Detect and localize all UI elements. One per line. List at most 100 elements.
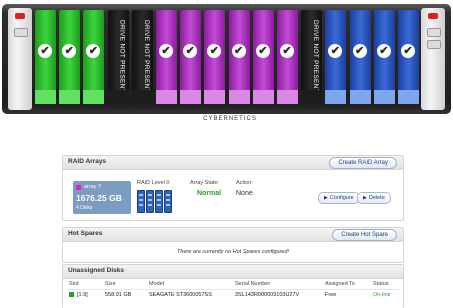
drive-handle <box>131 90 153 104</box>
drive-bay-green[interactable]: ✔ <box>59 10 81 108</box>
action-value: None <box>236 190 253 197</box>
drive-base <box>156 104 177 108</box>
disk-mini-icon <box>137 190 145 213</box>
status-led-icon <box>428 13 438 19</box>
disk-serial: 3SL143R000009103U27V <box>235 292 300 298</box>
checkmark-icon: ✔ <box>159 44 173 58</box>
drive-base <box>83 104 105 108</box>
checkmark-icon: ✔ <box>38 44 52 58</box>
drive-base <box>228 104 250 108</box>
disk-slot[interactable]: [1:9] <box>77 292 88 298</box>
drive-bay-green[interactable]: ✔ <box>35 10 56 108</box>
hot-spares-message: There are currently no Hot Spares config… <box>177 249 289 255</box>
play-icon: ▶ <box>363 195 367 201</box>
row-divider <box>67 289 399 290</box>
unassigned-disks-title: Unassigned Disks <box>68 267 124 274</box>
drive-bay-purple[interactable]: ✔ <box>180 10 202 108</box>
hot-spares-title: Hot Spares <box>68 230 103 237</box>
drive-handle <box>373 90 395 104</box>
checkmark-icon: ✔ <box>401 44 415 58</box>
ear-button <box>427 40 441 49</box>
array-name: array 7 <box>84 184 102 190</box>
column-header-assigned: Assigned To <box>325 281 355 287</box>
hot-spares-panel: Hot Spares Create Hot Spare There are cu… <box>62 227 404 263</box>
action-label: Action: <box>236 180 253 186</box>
play-icon: ▶ <box>324 195 328 201</box>
drive-bay-purple[interactable]: ✔ <box>204 10 226 108</box>
disk-size: 558.91 GB <box>105 292 132 298</box>
empty-drive-bay[interactable]: DRIVE NOT PRESENT <box>301 10 323 108</box>
drive-bay-purple[interactable]: ✔ <box>228 10 250 108</box>
drive-handle <box>325 90 347 104</box>
drive-base <box>277 104 298 108</box>
server-chassis: ✔ ✔ ✔ DRIVE NOT PRESENT DRIVE NOT PRESENT ✔ ✔ ✔… <box>0 0 453 128</box>
array-disk-count: 4 Disks <box>76 205 93 211</box>
create-raid-array-button[interactable]: Create RAID Array <box>329 157 397 169</box>
drive-bay-blue[interactable]: ✔ <box>398 10 419 108</box>
drive-handle <box>107 90 129 104</box>
array-state-value: Normal <box>197 190 222 197</box>
disk-mini-icon <box>146 190 154 213</box>
empty-drive-bay[interactable]: DRIVE NOT PRESENT <box>131 10 153 108</box>
drive-handle <box>204 90 226 104</box>
drive-base <box>35 104 56 108</box>
drive-base <box>59 104 81 108</box>
drive-base <box>373 104 395 108</box>
drive-handle <box>180 90 202 104</box>
slot-color-icon <box>69 292 74 297</box>
drive-bay-blue[interactable]: ✔ <box>325 10 347 108</box>
drive-bay-green[interactable]: ✔ <box>83 10 105 108</box>
column-header-slot: Slot <box>69 281 79 287</box>
column-header-size: Size <box>105 281 116 287</box>
drive-bays: ✔ ✔ ✔ DRIVE NOT PRESENT DRIVE NOT PRESENT ✔ ✔ ✔… <box>35 10 419 108</box>
disk-assigned: Free <box>325 292 337 298</box>
drive-handle <box>83 90 105 104</box>
drive-handle <box>156 90 177 104</box>
drive-bay-purple[interactable]: ✔ <box>277 10 298 108</box>
drive-handle <box>277 90 298 104</box>
drive-handle <box>349 90 371 104</box>
checkmark-icon: ✔ <box>376 44 391 58</box>
drive-bay-purple[interactable]: ✔ <box>156 10 177 108</box>
drive-not-present-label: DRIVE NOT PRESENT <box>118 20 126 93</box>
array-card[interactable]: array 7 1676.25 GB 4 Disks <box>73 181 131 214</box>
drive-base <box>325 104 347 108</box>
column-header-model: Model <box>149 281 164 287</box>
unassigned-disks-header: Unassigned Disks <box>63 265 403 279</box>
drive-bay-blue[interactable]: ✔ <box>373 10 395 108</box>
array-size: 1676.25 GB <box>76 193 122 203</box>
configure-button[interactable]: ▶ Configure <box>318 192 360 204</box>
raid-level-label: RAID Level 0 <box>137 180 170 186</box>
disk-model: SEAGATE ST3600057SS <box>149 292 212 298</box>
configure-label: Configure <box>329 195 354 201</box>
drive-base <box>204 104 226 108</box>
drive-base <box>107 104 129 108</box>
drive-handle <box>252 90 274 104</box>
delete-label: Delete <box>368 195 385 201</box>
delete-button[interactable]: ▶ Delete <box>357 192 391 204</box>
create-hot-spare-button[interactable]: Create Hot Spare <box>332 229 397 241</box>
drive-bay-blue[interactable]: ✔ <box>349 10 371 108</box>
drive-bay-purple[interactable]: ✔ <box>252 10 274 108</box>
drive-handle <box>35 90 56 104</box>
checkmark-icon: ✔ <box>255 44 270 58</box>
power-led-icon <box>15 13 25 19</box>
empty-drive-bay[interactable]: DRIVE NOT PRESENT <box>107 10 129 108</box>
raid-arrays-panel: RAID Arrays Create RAID Array array 7 16… <box>62 155 404 221</box>
drive-base <box>131 104 153 108</box>
ear-button <box>427 28 441 37</box>
drive-handle <box>59 90 81 104</box>
drive-handle <box>228 90 250 104</box>
drive-not-present-label: DRIVE NOT PRESENT <box>142 20 150 93</box>
checkmark-icon: ✔ <box>280 44 294 58</box>
drive-base <box>252 104 274 108</box>
ear-button <box>14 28 28 37</box>
raid-array-row: array 7 1676.25 GB 4 Disks RAID Level 0 … <box>73 176 391 214</box>
checkmark-icon: ✔ <box>231 44 246 58</box>
column-header-serial: Serial Number <box>235 281 271 287</box>
array-state-label: Array State: <box>190 180 220 186</box>
unassigned-disks-panel: Unassigned Disks Slot Size Model Serial … <box>62 264 404 308</box>
drive-base <box>349 104 371 108</box>
drive-base <box>398 104 419 108</box>
right-rack-ear <box>421 8 445 110</box>
